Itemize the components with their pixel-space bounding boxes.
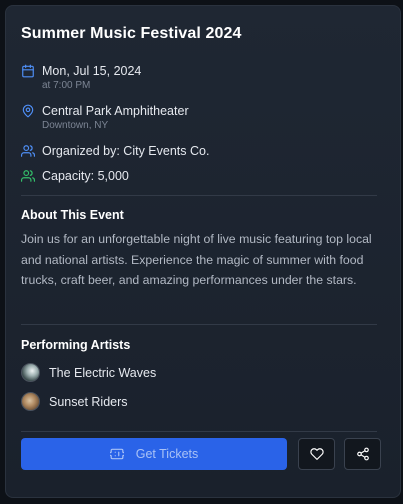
about-heading: About This Event: [21, 208, 124, 222]
favorite-button[interactable]: [298, 438, 335, 470]
event-location: Downtown, NY: [42, 120, 109, 131]
map-pin-icon: [21, 104, 35, 118]
event-capacity-row: Capacity: 5,000: [21, 168, 129, 184]
calendar-icon: [21, 64, 35, 78]
ticket-icon: [109, 447, 124, 461]
avatar: [21, 392, 40, 411]
event-organizer: Organized by: City Events Co.: [42, 144, 210, 158]
event-capacity: Capacity: 5,000: [42, 169, 129, 183]
event-date-row: Mon, Jul 15, 2024 at 7:00 PM: [21, 63, 141, 92]
artist-name: Sunset Riders: [49, 394, 128, 409]
event-title: Summer Music Festival 2024: [21, 25, 242, 42]
event-organizer-row: Organized by: City Events Co.: [21, 143, 209, 159]
event-date: Mon, Jul 15, 2024: [42, 64, 142, 78]
users-icon: [21, 144, 35, 158]
artist-name: The Electric Waves: [49, 365, 157, 380]
event-time: at 7:00 PM: [42, 80, 91, 91]
event-venue-row: Central Park Amphitheater Downtown, NY: [21, 103, 189, 132]
divider: [21, 431, 377, 432]
about-text: Join us for an unforgettable night of li…: [21, 232, 372, 287]
share-icon: [356, 447, 370, 461]
divider: [21, 324, 377, 325]
get-tickets-button[interactable]: Get Tickets: [21, 438, 287, 470]
artists-heading: Performing Artists: [21, 338, 131, 352]
get-tickets-label: Get Tickets: [135, 447, 199, 461]
share-button[interactable]: [344, 438, 381, 470]
divider: [21, 195, 377, 196]
heart-icon: [309, 447, 324, 461]
artist-item: The Electric Waves: [21, 363, 156, 382]
artist-item: Sunset Riders: [21, 392, 128, 411]
avatar: [21, 363, 40, 382]
event-venue: Central Park Amphitheater: [42, 104, 189, 118]
users-icon: [21, 169, 35, 183]
